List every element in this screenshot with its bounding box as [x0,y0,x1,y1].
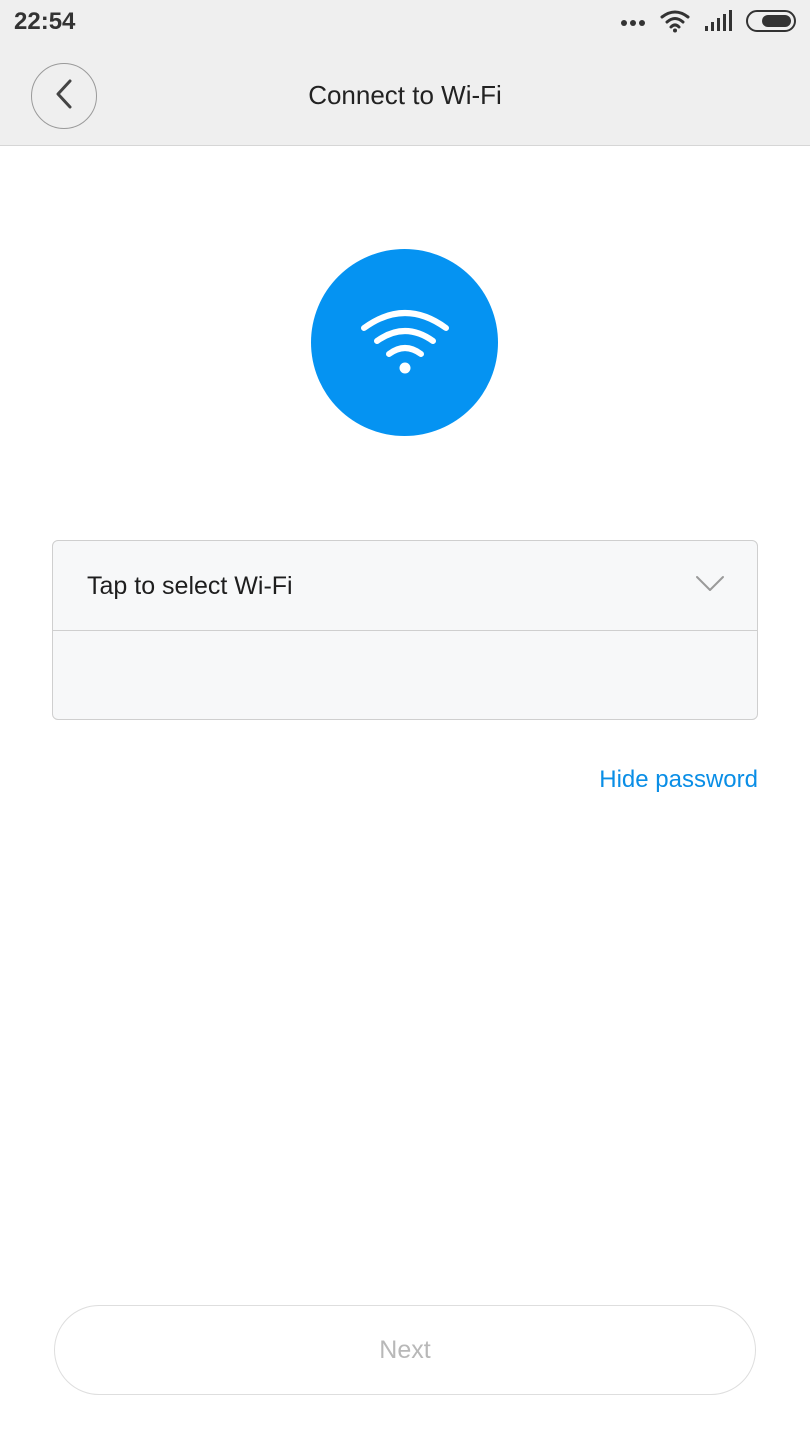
wifi-select-label: Tap to select Wi-Fi [87,572,293,600]
header: Connect to Wi-Fi [0,46,810,146]
page-title: Connect to Wi-Fi [308,80,502,110]
wifi-icon [360,304,450,381]
more-dots-icon [620,14,646,32]
password-field[interactable] [53,631,757,719]
next-button[interactable]: Next [54,1305,756,1395]
wifi-signal-icon [660,9,690,38]
status-icons [620,9,798,38]
cell-signal-icon [704,9,732,37]
hide-password-link[interactable]: Hide password [599,766,758,794]
wifi-form: Tap to select Wi-Fi [52,540,758,720]
battery-icon [746,9,798,37]
wifi-select-dropdown[interactable]: Tap to select Wi-Fi [53,541,757,631]
status-time: 22:54 [14,8,76,35]
status-bar: 22:54 [0,0,810,46]
chevron-down-icon [695,575,725,598]
wifi-hero [311,249,498,436]
